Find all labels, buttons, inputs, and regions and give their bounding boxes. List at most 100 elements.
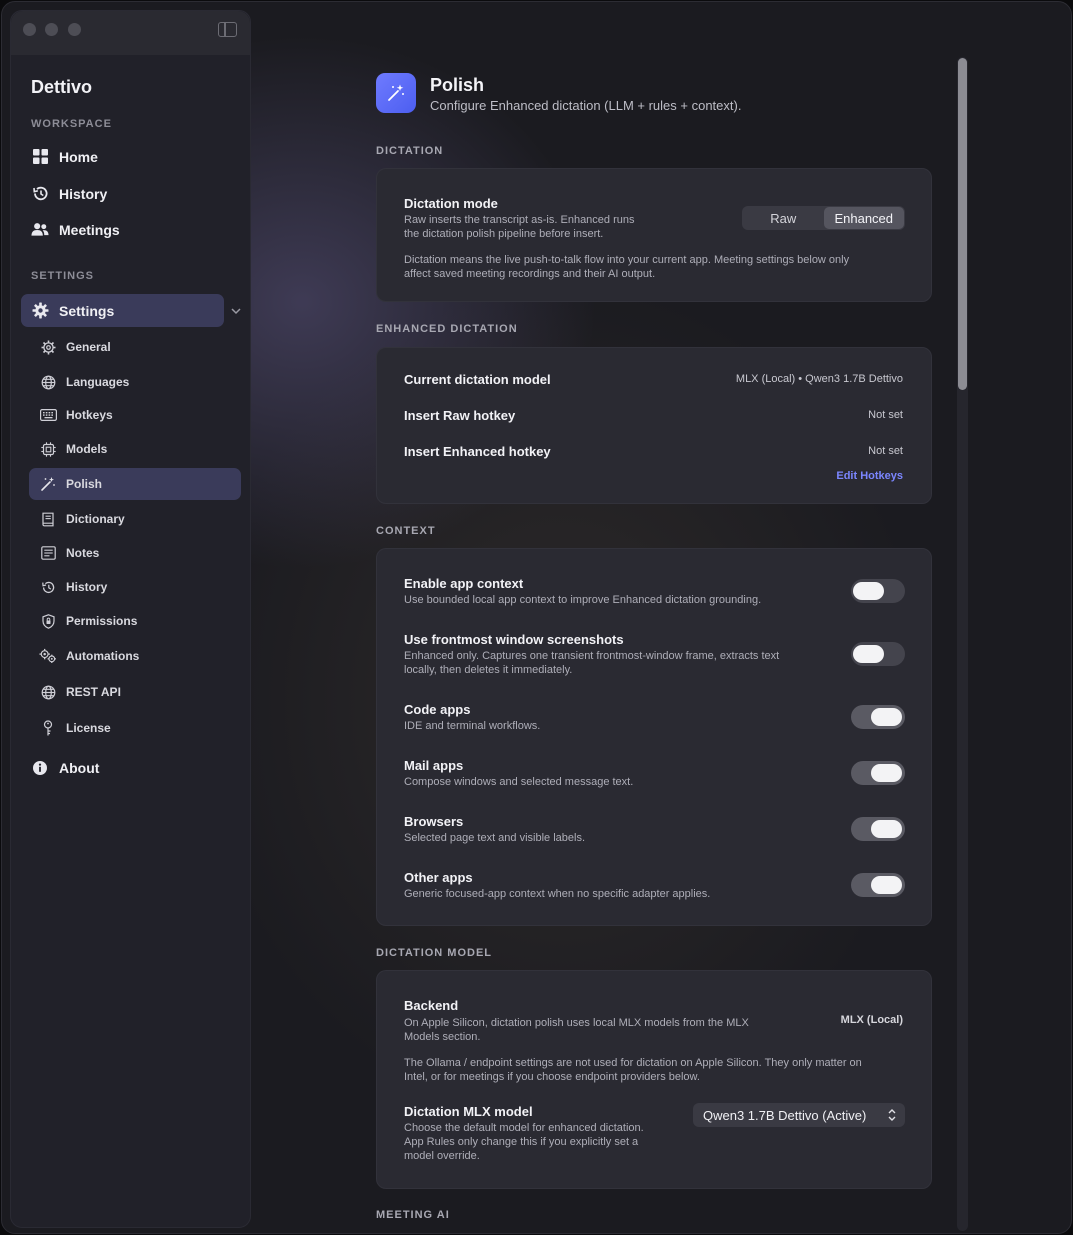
info-icon bbox=[31, 759, 49, 777]
gear-icon bbox=[39, 338, 57, 356]
sidebar-item-models[interactable]: Models bbox=[29, 433, 241, 465]
insert-enhanced-hotkey-value: Not set bbox=[868, 445, 903, 457]
sidebar: Dettivo WORKSPACE Home History Meetings … bbox=[10, 10, 251, 1228]
sidebar-item-label: Models bbox=[66, 442, 108, 456]
scrollbar-thumb[interactable] bbox=[958, 58, 967, 390]
zoom-window-button[interactable] bbox=[68, 23, 81, 36]
sidebar-item-license[interactable]: License bbox=[29, 712, 241, 744]
sidebar-item-label: Notes bbox=[66, 546, 100, 560]
sidebar-item-notes[interactable]: Notes bbox=[29, 537, 241, 569]
sidebar-item-label: REST API bbox=[66, 685, 121, 699]
keyboard-icon bbox=[39, 406, 57, 424]
code-apps-toggle[interactable] bbox=[851, 705, 905, 729]
sidebar-item-permissions[interactable]: Permissions bbox=[29, 605, 241, 637]
sidebar-item-label: History bbox=[66, 580, 108, 594]
sidebar-item-rest-api[interactable]: REST API bbox=[29, 676, 241, 708]
enhanced-mode-segment[interactable]: Enhanced bbox=[823, 207, 904, 229]
sidebar-item-hotkeys[interactable]: Hotkeys bbox=[29, 399, 241, 431]
clock-icon bbox=[39, 578, 57, 596]
clock-icon bbox=[31, 185, 49, 203]
dictation-note: Dictation means the live push-to-talk fl… bbox=[404, 254, 850, 266]
sidebar-item-label: Automations bbox=[66, 649, 140, 663]
magic-wand-icon bbox=[39, 475, 57, 493]
enable-app-context-title: Enable app context bbox=[404, 576, 524, 591]
settings-section-label: SETTINGS bbox=[31, 270, 95, 282]
sidebar-item-label: License bbox=[66, 721, 111, 735]
current-model-title: Current dictation model bbox=[404, 372, 551, 387]
dictation-mode-desc: Raw inserts the transcript as-is. Enhanc… bbox=[404, 214, 635, 226]
sidebar-item-dictionary[interactable]: Dictionary bbox=[29, 503, 241, 535]
gears-icon bbox=[39, 647, 57, 665]
enhanced-dictation-section-label: ENHANCED DICTATION bbox=[376, 323, 518, 335]
backend-title: Backend bbox=[404, 998, 459, 1013]
grid-icon bbox=[31, 148, 49, 166]
frontmost-screenshots-desc: locally, then deletes it immediately. bbox=[404, 664, 573, 676]
sidebar-item-label: Permissions bbox=[66, 614, 138, 628]
chip-icon bbox=[39, 440, 57, 458]
gear-icon bbox=[31, 302, 49, 320]
dictation-mlx-model-select[interactable]: Qwen3 1.7B Dettivo (Active) bbox=[693, 1103, 905, 1127]
chevron-down-icon[interactable] bbox=[230, 305, 242, 317]
sidebar-item-label: Languages bbox=[66, 375, 130, 389]
dictation-note: affect saved meeting recordings and thei… bbox=[404, 268, 656, 280]
app-title: Dettivo bbox=[31, 77, 93, 97]
frontmost-screenshots-toggle[interactable] bbox=[851, 642, 905, 666]
sidebar-item-history-settings[interactable]: History bbox=[29, 571, 241, 603]
magic-wand-icon bbox=[376, 73, 416, 113]
page-title: Polish bbox=[430, 75, 485, 95]
sidebar-item-general[interactable]: General bbox=[29, 331, 241, 363]
dictation-model-section-label: DICTATION MODEL bbox=[376, 947, 493, 959]
meeting-ai-section-label: MEETING AI bbox=[376, 1209, 450, 1221]
sidebar-item-label: Dictionary bbox=[66, 512, 125, 526]
sidebar-item-polish[interactable]: Polish bbox=[29, 468, 241, 500]
people-icon bbox=[31, 221, 49, 239]
raw-mode-segment[interactable]: Raw bbox=[743, 207, 824, 229]
dictation-section-label: DICTATION bbox=[376, 145, 444, 157]
sidebar-item-label: History bbox=[59, 185, 108, 202]
sidebar-item-automations[interactable]: Automations bbox=[29, 640, 241, 672]
sidebar-item-label: General bbox=[66, 340, 111, 354]
sidebar-item-settings[interactable]: Settings bbox=[21, 294, 224, 327]
minimize-window-button[interactable] bbox=[45, 23, 58, 36]
sidebar-item-label: About bbox=[59, 759, 100, 776]
mail-apps-toggle[interactable] bbox=[851, 761, 905, 785]
backend-desc: On Apple Silicon, dictation polish uses … bbox=[404, 1017, 749, 1029]
sidebar-item-label: Polish bbox=[66, 477, 103, 491]
frontmost-screenshots-title: Use frontmost window screenshots bbox=[404, 632, 624, 647]
backend-value: MLX (Local) bbox=[840, 1014, 903, 1026]
close-window-button[interactable] bbox=[23, 23, 36, 36]
edit-hotkeys-link[interactable]: Edit Hotkeys bbox=[836, 470, 903, 482]
select-value: Qwen3 1.7B Dettivo (Active) bbox=[703, 1107, 867, 1123]
notes-icon bbox=[39, 544, 57, 562]
other-apps-title: Other apps bbox=[404, 870, 473, 885]
current-model-value: MLX (Local) • Qwen3 1.7B Dettivo bbox=[735, 373, 903, 385]
context-card: Enable app context Use bounded local app… bbox=[376, 548, 932, 926]
sidebar-item-home[interactable]: Home bbox=[21, 140, 224, 173]
globe-icon bbox=[39, 373, 57, 391]
book-icon bbox=[39, 510, 57, 528]
sidebar-item-label: Home bbox=[59, 148, 98, 165]
main-content: Polish Configure Enhanced dictation (LLM… bbox=[252, 2, 952, 1233]
other-apps-toggle[interactable] bbox=[851, 873, 905, 897]
insert-enhanced-hotkey-title: Insert Enhanced hotkey bbox=[404, 444, 551, 459]
frontmost-screenshots-desc: Enhanced only. Captures one transient fr… bbox=[404, 650, 780, 662]
browsers-toggle[interactable] bbox=[851, 817, 905, 841]
sidebar-item-languages[interactable]: Languages bbox=[29, 366, 241, 398]
code-apps-title: Code apps bbox=[404, 702, 471, 717]
other-apps-desc: Generic focused-app context when no spec… bbox=[404, 888, 711, 900]
chevron-up-down-icon bbox=[888, 1109, 896, 1121]
dictation-card: Dictation mode Raw inserts the transcrip… bbox=[376, 168, 932, 302]
sidebar-item-label: Hotkeys bbox=[66, 408, 113, 422]
dictation-mlx-model-desc: App Rules only change this if you explic… bbox=[404, 1136, 639, 1148]
enable-app-context-toggle[interactable] bbox=[851, 579, 905, 603]
dictation-mlx-model-desc: Choose the default model for enhanced di… bbox=[404, 1122, 644, 1134]
shield-icon bbox=[39, 612, 57, 630]
sidebar-item-meetings[interactable]: Meetings bbox=[21, 213, 224, 246]
browsers-title: Browsers bbox=[404, 814, 464, 829]
dictation-mlx-model-desc: model override. bbox=[404, 1150, 480, 1162]
workspace-section-label: WORKSPACE bbox=[31, 118, 112, 130]
dictation-model-card: Backend On Apple Silicon, dictation poli… bbox=[376, 970, 932, 1189]
sidebar-item-history[interactable]: History bbox=[21, 177, 224, 210]
sidebar-item-about[interactable]: About bbox=[21, 751, 224, 784]
sidebar-toggle-icon[interactable] bbox=[218, 22, 237, 37]
